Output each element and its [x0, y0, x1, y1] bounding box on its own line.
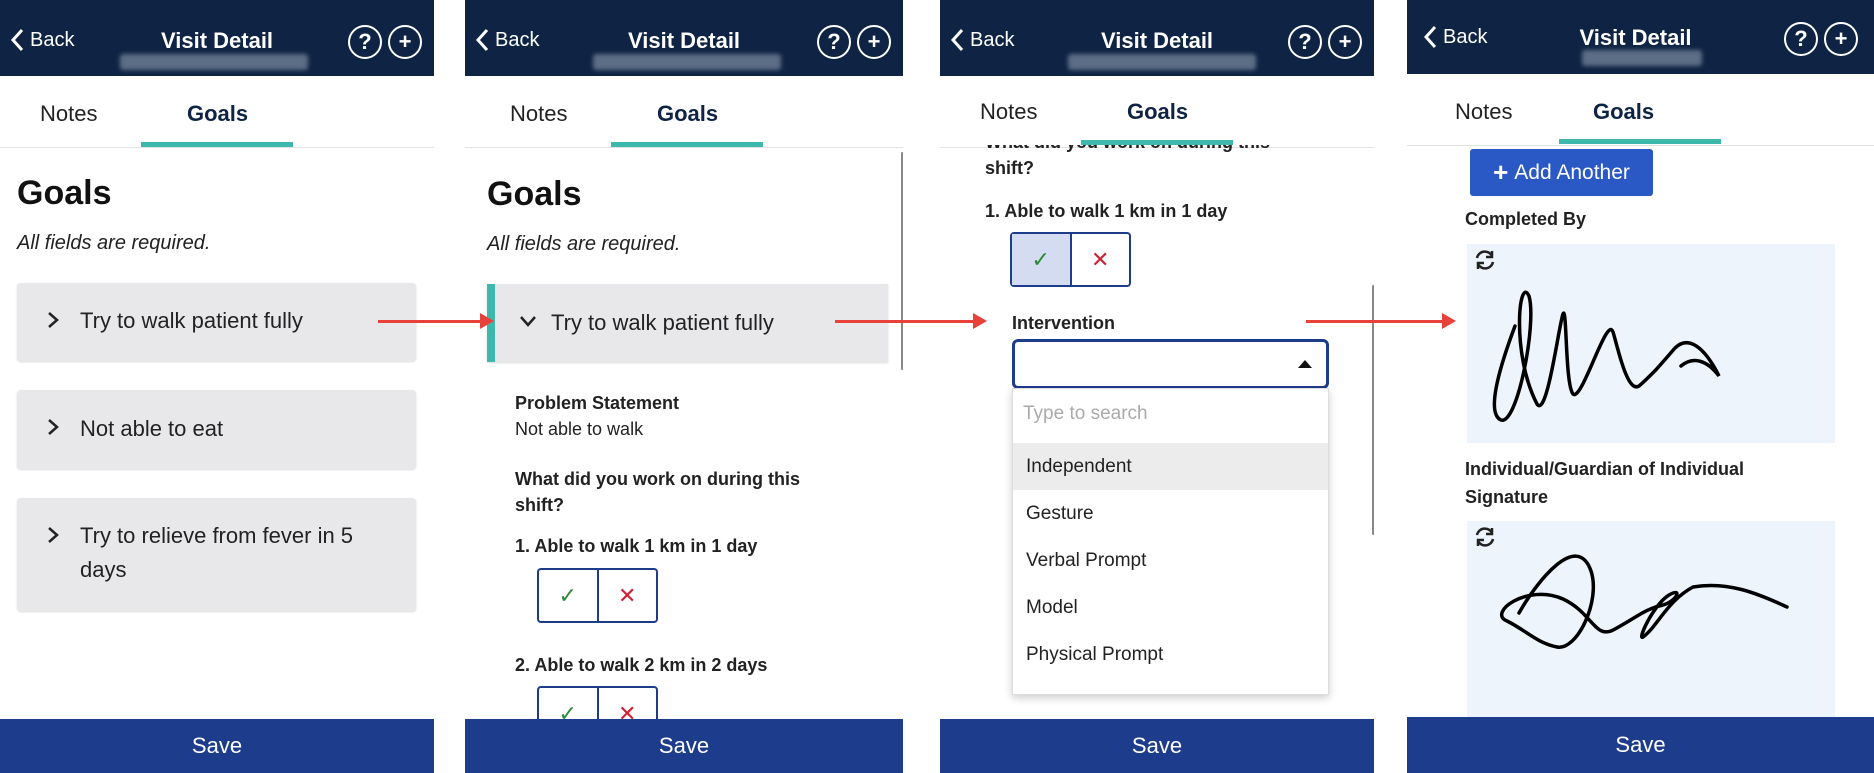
screen-goal-expanded: Back Visit Detail ? + Notes Goals Goals …: [465, 0, 903, 773]
goals-content: Goals All fields are required. Try to wa…: [465, 148, 903, 719]
plus-icon: +: [1493, 157, 1509, 187]
add-another-label: Add Another: [1514, 160, 1630, 184]
app-header: Back Visit Detail ? +: [465, 0, 903, 76]
objective-toggle: ✓ ✕: [537, 568, 658, 623]
chevron-right-icon: [48, 419, 59, 435]
tab-active-indicator: [611, 142, 763, 147]
tab-goals[interactable]: Goals: [1127, 99, 1188, 125]
caret-up-icon: [1298, 360, 1312, 368]
help-circle-icon[interactable]: ?: [1784, 22, 1818, 56]
signature-drawing: [1492, 290, 1721, 422]
screen-goals-list: Back Visit Detail ? + Notes Goals Goals …: [0, 0, 434, 773]
dropdown-option[interactable]: Verbal Prompt: [1013, 537, 1328, 584]
search-input[interactable]: [1023, 403, 1313, 425]
signature-pad[interactable]: [1467, 244, 1835, 443]
redacted-subtitle: [120, 54, 308, 70]
tab-notes[interactable]: Notes: [40, 101, 97, 127]
redacted-subtitle: [1068, 54, 1256, 70]
plus-circle-icon[interactable]: +: [1328, 25, 1362, 59]
check-icon[interactable]: ✓: [539, 570, 599, 621]
dropdown-option[interactable]: Physical Prompt: [1013, 631, 1328, 678]
signature-content: + Add Another Completed By Individual/Gu…: [1407, 148, 1874, 717]
goal-label: Try to walk patient fully: [80, 308, 303, 333]
tab-goals[interactable]: Goals: [187, 101, 248, 127]
tab-notes[interactable]: Notes: [510, 101, 567, 127]
guardian-signature-label: Individual/Guardian of Individual Signat…: [1465, 459, 1745, 507]
chevron-down-icon: [520, 316, 536, 327]
section-heading: Goals: [487, 175, 582, 213]
chevron-right-icon: [48, 527, 59, 543]
intervention-dropdown: Independent Gesture Verbal Prompt Model …: [1012, 388, 1329, 695]
dropdown-option[interactable]: Gesture: [1013, 490, 1328, 537]
tab-bar: Notes Goals: [465, 76, 903, 148]
redacted-subtitle: [593, 54, 781, 70]
required-note: All fields are required.: [17, 232, 211, 254]
redacted-subtitle: [1582, 50, 1702, 66]
objective-toggle: ✓ ✕: [537, 686, 658, 719]
help-circle-icon[interactable]: ?: [348, 25, 382, 59]
objective-toggle: ✓ ✕: [1010, 232, 1131, 287]
signature-drawing: [1499, 554, 1789, 649]
problem-statement-value: Not able to walk: [515, 419, 644, 439]
tab-notes[interactable]: Notes: [1455, 99, 1512, 125]
objective-label: 2. Able to walk 2 km in 2 days: [515, 655, 768, 675]
plus-circle-icon[interactable]: +: [857, 25, 891, 59]
tab-active-indicator: [1559, 139, 1721, 144]
app-header: Back Visit Detail ? +: [0, 0, 434, 76]
flow-arrow: [378, 313, 494, 329]
plus-circle-icon[interactable]: +: [1824, 22, 1858, 56]
tab-bar: Notes Goals: [0, 76, 434, 148]
add-another-button[interactable]: + Add Another: [1470, 149, 1653, 196]
intervention-select[interactable]: [1012, 339, 1329, 389]
goal-label: Not able to eat: [80, 416, 224, 441]
goal-card[interactable]: Not able to eat: [17, 390, 416, 469]
save-button[interactable]: Save: [0, 719, 434, 773]
tab-active-indicator: [141, 142, 293, 147]
screen-intervention-dropdown: Back Visit Detail ? + Notes Goals What d…: [940, 0, 1374, 773]
save-button[interactable]: Save: [940, 719, 1374, 773]
plus-circle-icon[interactable]: +: [388, 25, 422, 59]
dropdown-option[interactable]: Model: [1013, 584, 1328, 631]
section-heading: Goals: [17, 174, 112, 212]
dropdown-option[interactable]: Independent: [1013, 443, 1328, 490]
flow-arrow: [835, 313, 987, 329]
shift-question: What did you work on during this shift?: [985, 145, 1270, 178]
save-button[interactable]: Save: [1407, 717, 1874, 773]
goal-label: Try to walk patient fully: [551, 310, 774, 335]
check-icon[interactable]: ✓: [1012, 234, 1072, 285]
app-header: Back Visit Detail ? +: [940, 0, 1374, 76]
tab-bar: Notes Goals: [940, 76, 1374, 148]
tab-notes[interactable]: Notes: [980, 99, 1037, 125]
required-note: All fields are required.: [487, 233, 681, 255]
signature-pad[interactable]: [1467, 521, 1835, 717]
close-icon[interactable]: ✕: [1072, 234, 1130, 285]
save-button[interactable]: Save: [465, 719, 903, 773]
tab-goals[interactable]: Goals: [657, 101, 718, 127]
problem-statement-label: Problem Statement: [515, 393, 680, 413]
shift-question: What did you work on during this shift?: [515, 469, 800, 515]
help-circle-icon[interactable]: ?: [817, 25, 851, 59]
goals-content: What did you work on during this shift? …: [940, 145, 1374, 719]
help-circle-icon[interactable]: ?: [1288, 25, 1322, 59]
completed-by-label: Completed By: [1465, 209, 1587, 229]
goal-card-expanded[interactable]: Try to walk patient fully: [487, 284, 888, 362]
goal-card[interactable]: Try to walk patient fully: [17, 283, 416, 361]
goal-label: Try to relieve from fever in 5 days: [80, 523, 354, 582]
tab-goals[interactable]: Goals: [1593, 99, 1654, 125]
screen-signatures: Back Visit Detail ? + Notes Goals + Add …: [1407, 0, 1874, 773]
app-header: Back Visit Detail ? +: [1407, 0, 1874, 74]
flow-arrow: [1306, 313, 1456, 329]
chevron-right-icon: [48, 312, 59, 328]
objective-label: 1. Able to walk 1 km in 1 day: [515, 536, 758, 556]
tab-bar: Notes Goals: [1407, 74, 1874, 146]
check-icon[interactable]: ✓: [539, 688, 599, 719]
close-icon[interactable]: ✕: [599, 570, 657, 621]
scrollbar[interactable]: [901, 152, 903, 370]
goal-card[interactable]: Try to relieve from fever in 5 days: [17, 498, 416, 611]
intervention-label: Intervention: [1012, 313, 1116, 333]
close-icon[interactable]: ✕: [599, 688, 657, 720]
objective-label: 1. Able to walk 1 km in 1 day: [985, 201, 1228, 221]
goals-content: Goals All fields are required. Try to wa…: [0, 148, 434, 719]
